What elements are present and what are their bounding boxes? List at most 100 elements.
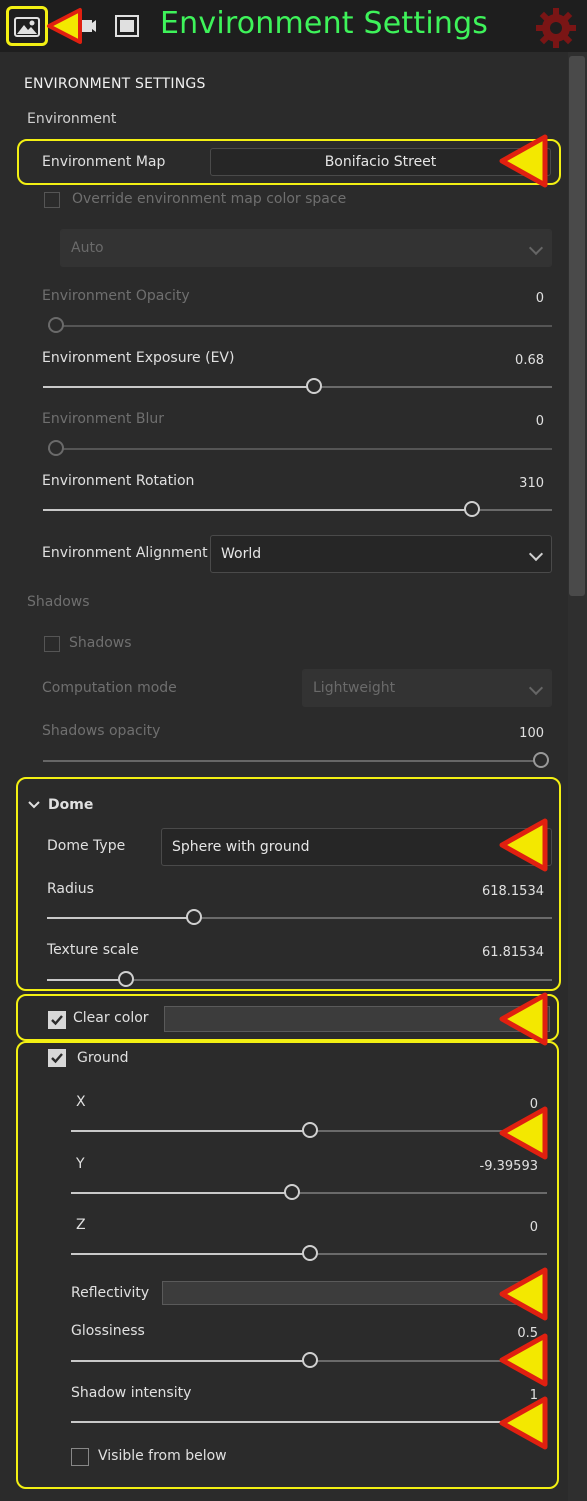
rotation-value: 310	[519, 476, 544, 491]
ground-x-slider[interactable]	[71, 1122, 547, 1138]
shadows-opacity-value: 100	[519, 726, 544, 741]
rotation-slider-fill	[43, 509, 471, 511]
blur-label: Environment Blur	[42, 411, 164, 427]
radius-slider-fill	[47, 917, 193, 919]
ground-y-slider-fill	[71, 1192, 291, 1194]
ground-y-label: Y	[76, 1156, 85, 1172]
computation-mode-value: Lightweight	[313, 680, 396, 696]
override-colorspace-checkbox[interactable]	[44, 192, 60, 208]
radius-label: Radius	[47, 881, 94, 897]
override-colorspace-label: Override environment map color space	[72, 191, 347, 207]
shadow-intensity-slider[interactable]	[71, 1421, 547, 1423]
reflectivity-label: Reflectivity	[71, 1285, 150, 1301]
shadows-checkbox[interactable]	[44, 636, 60, 652]
chevron-down-icon	[528, 240, 544, 256]
annotation-arrow-glossiness	[499, 1333, 548, 1387]
texture-scale-label: Texture scale	[47, 942, 139, 958]
checkmark-icon	[51, 1015, 63, 1026]
ground-z-value: 0	[529, 1220, 538, 1235]
colorspace-value: Auto	[71, 240, 104, 256]
clear-color-swatch[interactable]	[164, 1006, 550, 1032]
ground-y-slider[interactable]	[71, 1184, 547, 1200]
env-map-label: Environment Map	[42, 154, 166, 170]
rotation-label: Environment Rotation	[42, 473, 195, 489]
texture-scale-slider-fill	[47, 979, 125, 981]
frame-icon	[115, 15, 139, 37]
annotation-arrow-toolbar	[47, 8, 82, 44]
environment-section-label: Environment	[27, 111, 117, 127]
ground-y-slider-handle[interactable]	[284, 1184, 300, 1200]
panel-header: ENVIRONMENT SETTINGS	[24, 76, 206, 92]
env-map-value: Bonifacio Street	[324, 154, 437, 170]
opacity-value: 0	[535, 291, 544, 306]
clear-color-label: Clear color	[73, 1010, 149, 1026]
computation-mode-select[interactable]: Lightweight	[302, 669, 552, 707]
visible-from-below-checkbox[interactable]	[71, 1448, 89, 1466]
rotation-slider[interactable]	[43, 501, 552, 517]
ground-x-slider-handle[interactable]	[302, 1122, 318, 1138]
annotation-arrow-reflectivity	[499, 1267, 548, 1321]
alignment-select[interactable]: World	[210, 535, 552, 573]
clear-color-checkbox[interactable]	[48, 1011, 66, 1029]
gear-icon[interactable]	[534, 6, 578, 50]
texture-scale-slider[interactable]	[47, 971, 552, 987]
annotation-arrow-env-map	[499, 134, 548, 188]
page-title: Environment Settings	[160, 6, 489, 41]
shadows-opacity-slider[interactable]	[43, 752, 549, 768]
glossiness-slider[interactable]	[71, 1352, 547, 1368]
annotation-arrow-clear-color	[499, 992, 548, 1046]
environment-icon	[14, 17, 40, 37]
ground-z-slider-handle[interactable]	[302, 1245, 318, 1261]
ground-x-slider-fill	[71, 1130, 309, 1132]
ground-z-label: Z	[76, 1217, 86, 1233]
rotation-slider-handle[interactable]	[464, 501, 480, 517]
shadow-intensity-label: Shadow intensity	[71, 1385, 192, 1401]
exposure-slider[interactable]	[43, 378, 552, 394]
shadows-checkbox-label: Shadows	[69, 635, 132, 651]
dome-section-title[interactable]: Dome	[48, 797, 93, 813]
exposure-slider-fill	[43, 386, 313, 388]
scrollbar-thumb[interactable]	[569, 56, 585, 596]
ground-z-slider-fill	[71, 1253, 309, 1255]
opacity-slider-handle[interactable]	[48, 317, 64, 333]
opacity-label: Environment Opacity	[42, 288, 190, 304]
exposure-slider-handle[interactable]	[306, 378, 322, 394]
radius-slider[interactable]	[47, 909, 552, 925]
texture-scale-slider-handle[interactable]	[118, 971, 134, 987]
exposure-label: Environment Exposure (EV)	[42, 350, 235, 366]
blur-slider-handle[interactable]	[48, 440, 64, 456]
dome-type-label: Dome Type	[47, 838, 126, 854]
frame-tool-button[interactable]	[108, 8, 146, 44]
shadow-intensity-slider-fill	[71, 1421, 547, 1423]
radius-slider-handle[interactable]	[186, 909, 202, 925]
blur-value: 0	[535, 414, 544, 429]
colorspace-select[interactable]: Auto	[60, 229, 552, 267]
ground-label: Ground	[77, 1050, 129, 1066]
radius-value: 618.1534	[481, 884, 544, 899]
annotation-arrow-shadow-intensity	[499, 1396, 548, 1450]
alignment-label: Environment Alignment	[42, 545, 208, 561]
shadows-opacity-label: Shadows opacity	[42, 723, 161, 739]
shadows-opacity-slider-handle[interactable]	[533, 752, 549, 768]
dome-type-value: Sphere with ground	[172, 839, 310, 855]
ground-z-slider[interactable]	[71, 1245, 547, 1261]
annotation-arrow-ground-x	[499, 1106, 548, 1160]
glossiness-slider-fill	[71, 1360, 309, 1362]
annotation-arrow-dome-type	[499, 818, 548, 872]
shadows-section-label: Shadows	[27, 594, 90, 610]
checkmark-icon	[51, 1053, 63, 1064]
dome-type-select[interactable]: Sphere with ground	[161, 828, 552, 866]
ground-x-label: X	[76, 1094, 86, 1110]
exposure-value: 0.68	[515, 353, 544, 368]
chevron-down-icon[interactable]	[28, 800, 40, 810]
reflectivity-swatch[interactable]	[162, 1281, 547, 1305]
glossiness-slider-handle[interactable]	[302, 1352, 318, 1368]
computation-mode-label: Computation mode	[42, 680, 177, 696]
ground-checkbox[interactable]	[48, 1049, 66, 1067]
environment-tool-button[interactable]	[6, 6, 48, 46]
opacity-slider[interactable]	[48, 317, 552, 333]
chevron-down-icon	[528, 546, 544, 562]
alignment-value: World	[221, 546, 262, 562]
glossiness-label: Glossiness	[71, 1323, 145, 1339]
blur-slider[interactable]	[48, 440, 552, 456]
